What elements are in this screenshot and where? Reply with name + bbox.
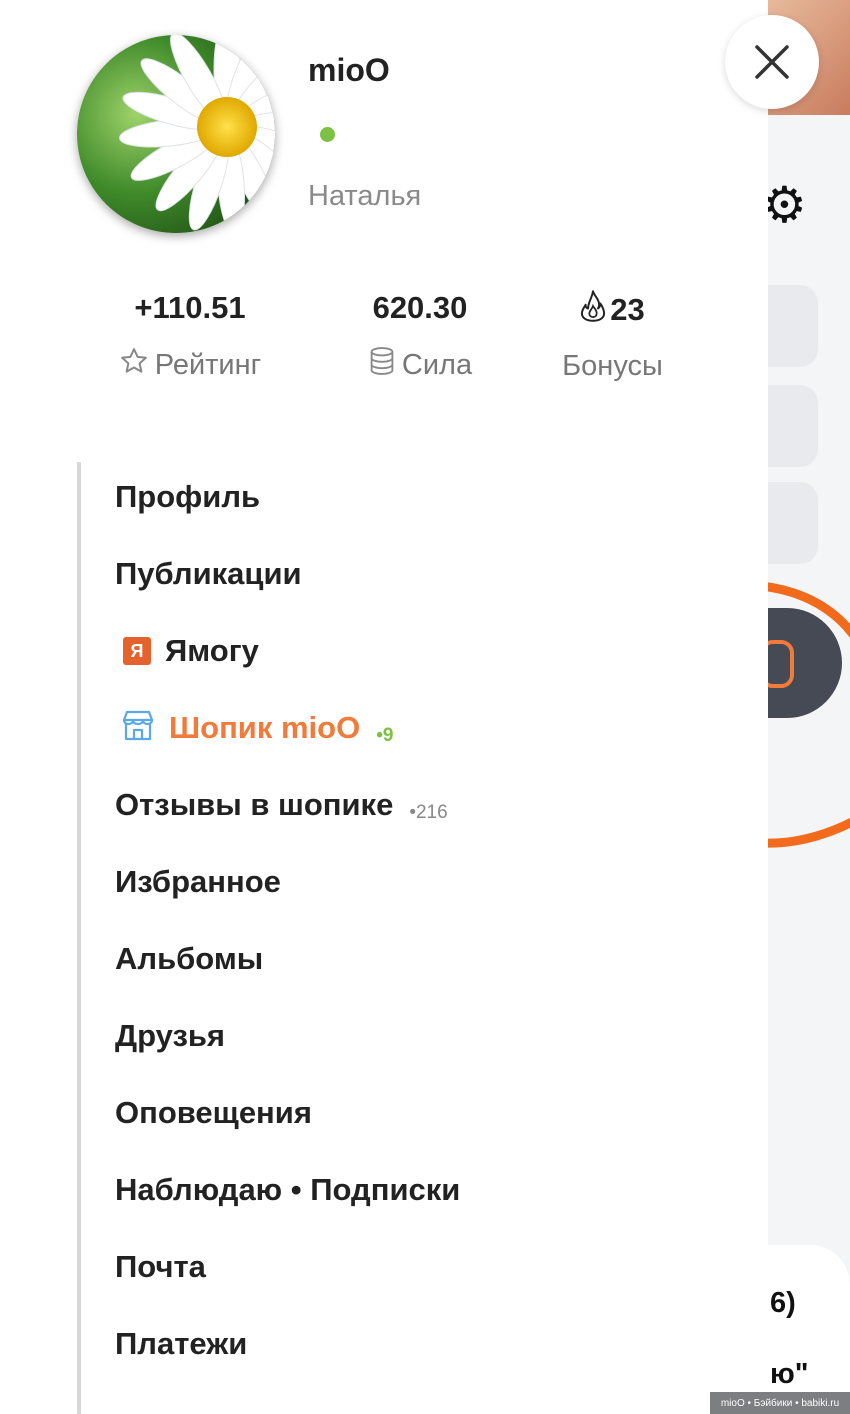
menu-item-label: Публикации [115,556,302,591]
menu-item-label: Профиль [115,479,261,514]
menu-item-count: •9 [376,725,394,746]
stat-bonuses[interactable]: 23 Бонусы [545,290,680,383]
username[interactable]: mioO [308,52,390,89]
menu-item-friends[interactable]: Друзья [115,1018,460,1095]
menu-item-label: Платежи [115,1326,248,1361]
stat-power-label: Сила [401,348,473,381]
menu-item-count: •216 [409,802,448,823]
flame-icon [580,290,606,330]
avatar[interactable] [77,35,275,233]
watermark: mioO • Бэйбики • babiki.ru [710,1392,850,1414]
online-status-indicator [320,127,335,142]
stat-power-value: 620.30 [372,290,468,325]
menu-item-yamogu[interactable]: Я Ямогу [115,633,460,710]
background-subscription-text: ю" [770,1358,809,1390]
shop-icon [121,708,155,742]
close-button[interactable] [725,15,819,109]
stat-rating-label-row: Рейтинг [105,346,275,384]
menu-item-publications[interactable]: Публикации [115,556,460,633]
menu-item-albums[interactable]: Альбомы [115,941,460,1018]
menu-item-profile[interactable]: Профиль [115,479,460,556]
stat-bonuses-label-row: Бонусы [545,350,680,383]
menu-item-label: Друзья [115,1018,225,1053]
menu-item-label: Почта [115,1249,206,1284]
close-icon [755,45,789,79]
stat-power[interactable]: 620.30 Сила [340,290,500,384]
menu-item-label: Наблюдаю • Подписки [115,1172,461,1207]
stat-rating[interactable]: +110.51 Рейтинг [105,290,275,384]
menu-item-label: Отзывы в шопике [115,787,394,822]
menu-item-shopik[interactable]: Шопик mioO •9 [115,710,460,787]
menu-item-label: Оповещения [115,1095,312,1130]
real-name: Наталья [308,180,422,212]
yamogu-badge-icon: Я [123,637,151,665]
stat-power-label-row: Сила [340,346,500,384]
menu-divider-line [77,462,81,1414]
stat-bonuses-label: Бонусы [562,350,663,382]
star-icon [119,346,149,384]
menu-item-subscriptions[interactable]: Наблюдаю • Подписки [115,1172,460,1249]
menu-item-notifications[interactable]: Оповещения [115,1095,460,1172]
menu-item-label: Ямогу [165,633,259,668]
menu-item-payments[interactable]: Платежи [115,1326,460,1403]
gear-icon[interactable]: ⚙ [762,180,807,230]
profile-menu: Профиль Публикации Я Ямогу Шопик mioO •9… [115,479,460,1403]
stat-bonuses-value-row: 23 [545,290,680,330]
stat-rating-label: Рейтинг [154,348,262,381]
menu-item-label: Шопик mioO [169,710,361,745]
menu-item-shop-reviews[interactable]: Отзывы в шопике •216 [115,787,460,864]
menu-item-label: Альбомы [115,941,264,976]
menu-item-mail[interactable]: Почта [115,1249,460,1326]
daisy-avatar-image [77,35,275,233]
stat-bonuses-value: 23 [610,292,645,327]
menu-item-favorites[interactable]: Избранное [115,864,460,941]
menu-item-label: Избранное [115,864,281,899]
background-reviews-count: 6) [770,1287,796,1319]
stat-rating-value: +110.51 [134,290,246,325]
profile-drawer: mioO Наталья +110.51 Рейтинг 620.30 Сила… [0,0,768,1414]
database-icon [368,346,396,384]
